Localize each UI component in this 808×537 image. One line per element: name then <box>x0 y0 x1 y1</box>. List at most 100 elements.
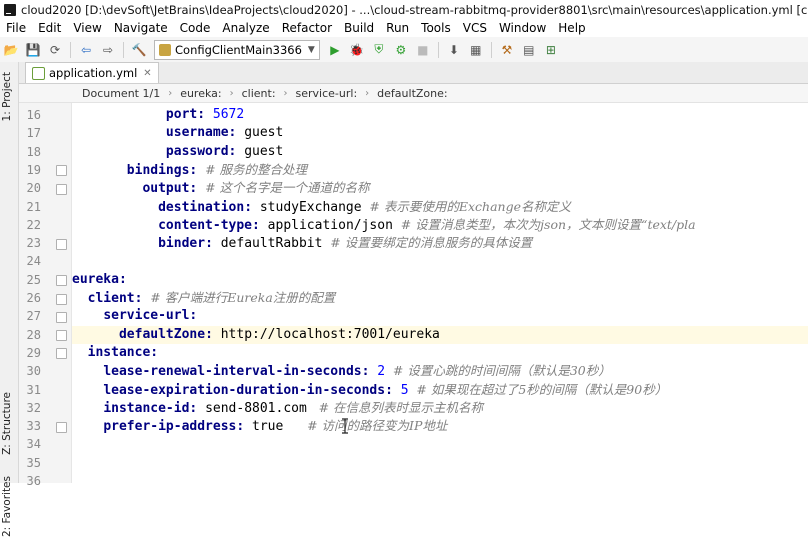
code-line[interactable] <box>72 472 808 483</box>
line-number: 16 <box>26 108 41 122</box>
close-icon[interactable]: ✕ <box>143 68 151 79</box>
code-line[interactable]: eureka: <box>72 271 808 289</box>
yaml-key: client <box>87 291 135 306</box>
code-line[interactable]: prefer-ip-address: true # 访问的路径变为IP地址 <box>72 417 808 435</box>
menu-file[interactable]: File <box>0 21 32 35</box>
forward-arrow-icon[interactable]: ⇨ <box>100 42 116 58</box>
breadcrumb-item[interactable]: Document 1/1 <box>82 87 160 100</box>
settings-icon[interactable]: ⚒ <box>499 42 515 58</box>
line-number: 32 <box>26 400 41 415</box>
back-arrow-icon[interactable]: ⇦ <box>78 42 94 58</box>
menu-edit[interactable]: Edit <box>32 21 67 35</box>
yaml-value: 2 <box>377 364 386 380</box>
yaml-value: true <box>252 419 284 435</box>
yaml-key: username <box>165 125 229 141</box>
yaml-comment: # 设置心跳的时间间隔（默认是30秒） <box>392 363 611 379</box>
yaml-value: http://localhost:7001/eureka <box>220 326 440 342</box>
breadcrumb-item[interactable]: client: <box>242 87 276 100</box>
yaml-colon: : <box>385 382 393 398</box>
coverage-icon[interactable]: ⛨ <box>371 42 387 58</box>
code-line[interactable]: instance: <box>72 344 808 362</box>
fold-marker-icon[interactable] <box>56 348 67 360</box>
fold-marker-icon[interactable] <box>56 238 67 250</box>
yaml-key: bindings <box>126 162 190 178</box>
breadcrumb-item[interactable]: eureka: <box>180 87 221 100</box>
fold-marker-icon[interactable] <box>56 421 67 433</box>
menu-help[interactable]: Help <box>552 21 591 35</box>
tab-application-yml[interactable]: application.yml ✕ <box>25 62 159 83</box>
stop-icon[interactable]: ■ <box>415 42 431 58</box>
code-line[interactable]: defaultZone: http://localhost:7001/eurek… <box>72 325 808 344</box>
menu-refactor[interactable]: Refactor <box>276 21 338 35</box>
project-structure-icon[interactable]: ▦ <box>468 42 484 58</box>
yaml-key: lease-expiration-duration-in-seconds <box>103 382 386 398</box>
code-line[interactable]: output: # 这个名字是一个通道的名称 <box>72 179 808 197</box>
line-number: 29 <box>26 345 41 360</box>
save-all-icon[interactable]: 💾 <box>25 42 41 58</box>
editor-tab-bar: application.yml ✕ <box>19 62 808 84</box>
project-tool-tab[interactable]: 1: Project <box>1 72 13 121</box>
run-configuration-select[interactable]: ConfigClientMain3366 ▼ <box>154 39 320 60</box>
code-line[interactable]: lease-renewal-interval-in-seconds: 2 # 设… <box>72 362 808 380</box>
code-line[interactable] <box>72 454 808 472</box>
sync-icon[interactable]: ⟳ <box>47 42 63 58</box>
code-line[interactable] <box>72 252 808 270</box>
code-line[interactable]: binder: defaultRabbit # 设置要绑定的消息服务的具体设置 <box>72 234 808 252</box>
run-icon[interactable]: ▶ <box>327 42 343 58</box>
code-line[interactable]: lease-expiration-duration-in-seconds: 5 … <box>72 381 808 399</box>
favorites-tool-tab[interactable]: 2: Favorites <box>1 476 13 537</box>
code-line[interactable]: port: 5672 <box>72 106 808 124</box>
menu-analyze[interactable]: Analyze <box>216 21 275 35</box>
push-icon[interactable]: ⊞ <box>543 42 559 58</box>
code-line[interactable]: destination: studyExchange # 表示要使用的Excha… <box>72 198 808 216</box>
fold-marker-icon[interactable] <box>56 311 67 323</box>
line-number: 21 <box>26 199 41 214</box>
fold-marker-icon[interactable] <box>56 330 67 342</box>
profile-icon[interactable]: ⚙ <box>393 42 409 58</box>
breadcrumb-item[interactable]: service-url: <box>296 87 358 100</box>
yaml-key: instance-id <box>103 400 190 416</box>
code-line[interactable]: service-url: <box>72 307 808 325</box>
text-cursor-icon <box>342 418 348 434</box>
line-number: 22 <box>26 217 41 232</box>
structure-tool-tab[interactable]: Z: Structure <box>1 392 13 455</box>
fold-marker-icon[interactable] <box>56 293 67 305</box>
menu-vcs[interactable]: VCS <box>457 21 493 35</box>
fold-marker-icon[interactable] <box>56 275 67 287</box>
code-line[interactable]: instance-id: send-8801.com # 在信息列表时显示主机名… <box>72 399 808 417</box>
yaml-file-icon <box>32 66 45 80</box>
menu-build[interactable]: Build <box>338 21 380 35</box>
code-line[interactable]: password: guest <box>72 143 808 161</box>
menu-window[interactable]: Window <box>493 21 552 35</box>
menu-tools[interactable]: Tools <box>415 21 457 35</box>
sdk-icon[interactable]: ▤ <box>521 42 537 58</box>
code-line[interactable]: bindings: # 服务的整合处理 <box>72 161 808 179</box>
line-number: 33 <box>26 419 41 434</box>
code-line[interactable]: content-type: application/json # 设置消息类型，… <box>72 216 808 234</box>
yaml-comment: # 设置要绑定的消息服务的具体设置 <box>330 235 533 251</box>
build-hammer-icon[interactable]: 🔨 <box>131 42 147 58</box>
vcs-update-icon[interactable]: ⬇ <box>446 42 462 58</box>
menu-navigate[interactable]: Navigate <box>108 21 174 35</box>
menu-view[interactable]: View <box>67 21 107 35</box>
menu-code[interactable]: Code <box>174 21 217 35</box>
code-line[interactable] <box>72 435 808 453</box>
menu-run[interactable]: Run <box>380 21 415 35</box>
code-editor[interactable]: port: 5672 username: guest password: gue… <box>72 103 808 483</box>
line-number: 24 <box>26 254 41 269</box>
breadcrumb-item[interactable]: defaultZone: <box>377 87 447 100</box>
code-line[interactable]: client: # 客户端进行Eureka注册的配置 <box>72 289 808 307</box>
yaml-colon: : <box>228 143 237 159</box>
fold-marker-icon[interactable] <box>56 183 67 195</box>
open-folder-icon[interactable]: 📂 <box>3 42 19 58</box>
debug-icon[interactable]: 🐞 <box>349 42 365 58</box>
fold-marker-icon[interactable] <box>56 165 67 177</box>
yaml-key: destination <box>158 199 245 215</box>
code-line[interactable]: username: guest <box>72 124 808 142</box>
yaml-comment: # 在信息列表时显示主机名称 <box>314 399 484 415</box>
